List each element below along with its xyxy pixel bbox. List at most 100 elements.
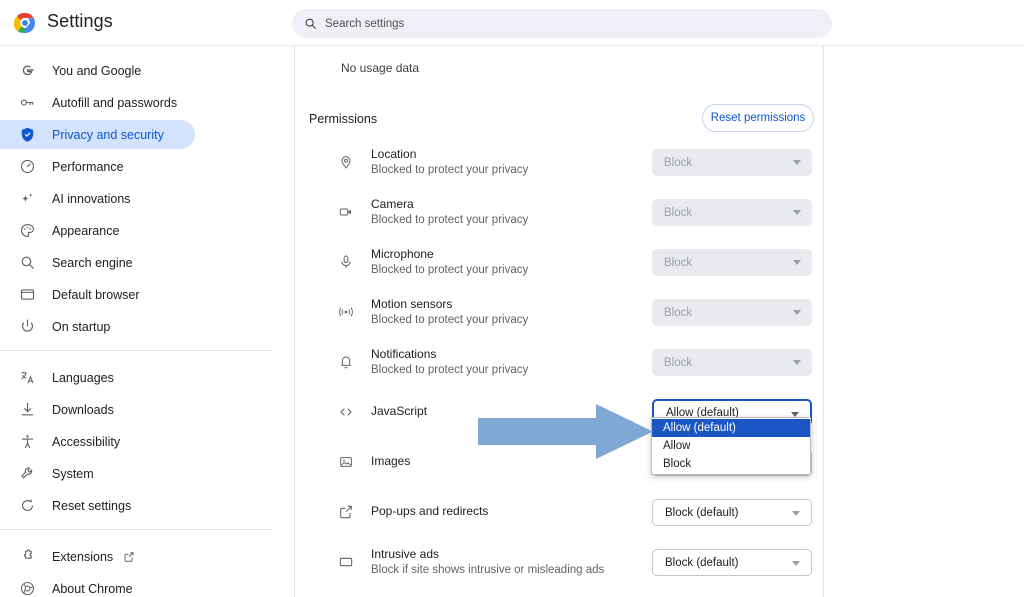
settings-page: Settings Search settings You and Google [0, 0, 1024, 597]
permission-select-intrusive-ads[interactable]: Block (default) [652, 549, 812, 576]
permission-row-location[interactable]: Location Blocked to protect your privacy… [295, 138, 824, 188]
permissions-list: Location Blocked to protect your privacy… [295, 138, 824, 597]
javascript-dropdown-menu[interactable]: Allow (default) Allow Block [651, 417, 811, 475]
permission-row-background-sync[interactable]: Background sync Blocked to protect your … [295, 588, 824, 597]
chevron-down-icon [793, 260, 801, 265]
sidebar-divider-1 [0, 350, 272, 351]
accessibility-icon [18, 433, 36, 451]
extension-icon [18, 548, 36, 566]
bell-icon [337, 353, 355, 371]
popup-redirect-icon [337, 503, 355, 521]
sidebar-item-label: Default browser [52, 288, 140, 302]
sidebar-item-ai-innovations[interactable]: AI innovations [0, 184, 294, 213]
chevron-down-icon [793, 210, 801, 215]
sidebar-item-downloads[interactable]: Downloads [0, 395, 294, 424]
permission-name: JavaScript [371, 404, 427, 419]
sidebar-item-search-engine[interactable]: Search engine [0, 248, 294, 277]
permission-sublabel: Block if site shows intrusive or mislead… [371, 563, 604, 578]
permission-label-block: Camera Blocked to protect your privacy [371, 197, 528, 228]
sidebar-item-label: Search engine [52, 256, 133, 270]
permission-select-camera[interactable]: Block [652, 199, 812, 226]
sidebar-item-default-browser[interactable]: Default browser [0, 280, 294, 309]
permission-select-microphone[interactable]: Block [652, 249, 812, 276]
sidebar-item-autofill-and-passwords[interactable]: Autofill and passwords [0, 88, 294, 117]
window-icon [18, 286, 36, 304]
permissions-heading: Permissions [309, 112, 377, 126]
search-input[interactable]: Search settings [292, 9, 832, 38]
sidebar-item-reset-settings[interactable]: Reset settings [0, 491, 294, 520]
select-value: Block (default) [665, 557, 739, 569]
code-brackets-icon [337, 403, 355, 421]
sidebar-item-label: Accessibility [52, 435, 120, 449]
chevron-down-icon [792, 511, 800, 516]
chrome-logo-icon [14, 12, 36, 34]
chrome-outline-icon [18, 580, 36, 597]
search-icon [304, 17, 317, 30]
permission-name: Intrusive ads [371, 547, 604, 562]
chevron-down-icon [793, 160, 801, 165]
permission-sublabel: Blocked to protect your privacy [371, 213, 528, 228]
sidebar-item-extensions[interactable]: Extensions [0, 542, 294, 571]
permission-sublabel: Blocked to protect your privacy [371, 363, 528, 378]
permission-row-motion-sensors[interactable]: Motion sensors Blocked to protect your p… [295, 288, 824, 338]
sidebar-item-system[interactable]: System [0, 459, 294, 488]
sparkle-icon [18, 190, 36, 208]
download-icon [18, 401, 36, 419]
permission-name: Motion sensors [371, 297, 528, 312]
select-value: Block [664, 207, 692, 219]
permission-sublabel: Blocked to protect your privacy [371, 313, 528, 328]
sidebar-item-label: On startup [52, 320, 110, 334]
chevron-down-icon [793, 310, 801, 315]
sidebar-item-accessibility[interactable]: Accessibility [0, 427, 294, 456]
search-placeholder: Search settings [325, 18, 404, 30]
permission-select-notifications[interactable]: Block [652, 349, 812, 376]
sidebar-item-appearance[interactable]: Appearance [0, 216, 294, 245]
sidebar-item-label: System [52, 467, 94, 481]
speedometer-icon [18, 158, 36, 176]
translate-icon [18, 369, 36, 387]
permission-row-intrusive-ads[interactable]: Intrusive ads Block if site shows intrus… [295, 538, 824, 588]
app-header: Settings Search settings [0, 0, 1024, 46]
select-value: Block [664, 357, 692, 369]
permission-select-popups-and-redirects[interactable]: Block (default) [652, 499, 812, 526]
sidebar-item-performance[interactable]: Performance [0, 152, 294, 181]
restore-icon [18, 497, 36, 515]
permission-name: Images [371, 454, 410, 469]
dropdown-option-block[interactable]: Block [652, 455, 810, 473]
select-value: Block [664, 307, 692, 319]
chevron-down-icon [792, 561, 800, 566]
key-icon [18, 94, 36, 112]
sidebar-item-label: Performance [52, 160, 124, 174]
sidebar-item-about-chrome[interactable]: About Chrome [0, 574, 294, 597]
sidebar-item-label: Languages [52, 371, 114, 385]
dropdown-option-allow-default[interactable]: Allow (default) [652, 419, 810, 437]
select-value: Block (default) [665, 507, 739, 519]
permission-label-block: Location Blocked to protect your privacy [371, 147, 528, 178]
ads-icon [337, 553, 355, 571]
camera-icon [337, 203, 355, 221]
location-pin-icon [337, 153, 355, 171]
permission-label-block: Microphone Blocked to protect your priva… [371, 247, 528, 278]
wrench-icon [18, 465, 36, 483]
permission-row-microphone[interactable]: Microphone Blocked to protect your priva… [295, 238, 824, 288]
dropdown-option-allow[interactable]: Allow [652, 437, 810, 455]
permission-sublabel: Blocked to protect your privacy [371, 163, 528, 178]
permission-row-popups-and-redirects[interactable]: Pop-ups and redirects Block (default) [295, 488, 824, 538]
reset-permissions-button[interactable]: Reset permissions [702, 104, 814, 132]
permission-label-block: Notifications Blocked to protect your pr… [371, 347, 528, 378]
motion-sensor-icon [337, 303, 355, 321]
sidebar-item-on-startup[interactable]: On startup [0, 312, 294, 341]
permission-label-block: JavaScript [371, 404, 427, 419]
permission-select-location[interactable]: Block [652, 149, 812, 176]
sidebar-item-you-and-google[interactable]: You and Google [0, 56, 294, 85]
permission-name: Notifications [371, 347, 528, 362]
sidebar-item-languages[interactable]: Languages [0, 363, 294, 392]
select-value: Block [664, 257, 692, 269]
sidebar-item-privacy-and-security[interactable]: Privacy and security [0, 120, 195, 149]
permission-select-motion-sensors[interactable]: Block [652, 299, 812, 326]
permission-row-notifications[interactable]: Notifications Blocked to protect your pr… [295, 338, 824, 388]
sidebar-item-label: AI innovations [52, 192, 131, 206]
permission-name: Microphone [371, 247, 528, 262]
permission-row-camera[interactable]: Camera Blocked to protect your privacy B… [295, 188, 824, 238]
chevron-down-icon [793, 360, 801, 365]
